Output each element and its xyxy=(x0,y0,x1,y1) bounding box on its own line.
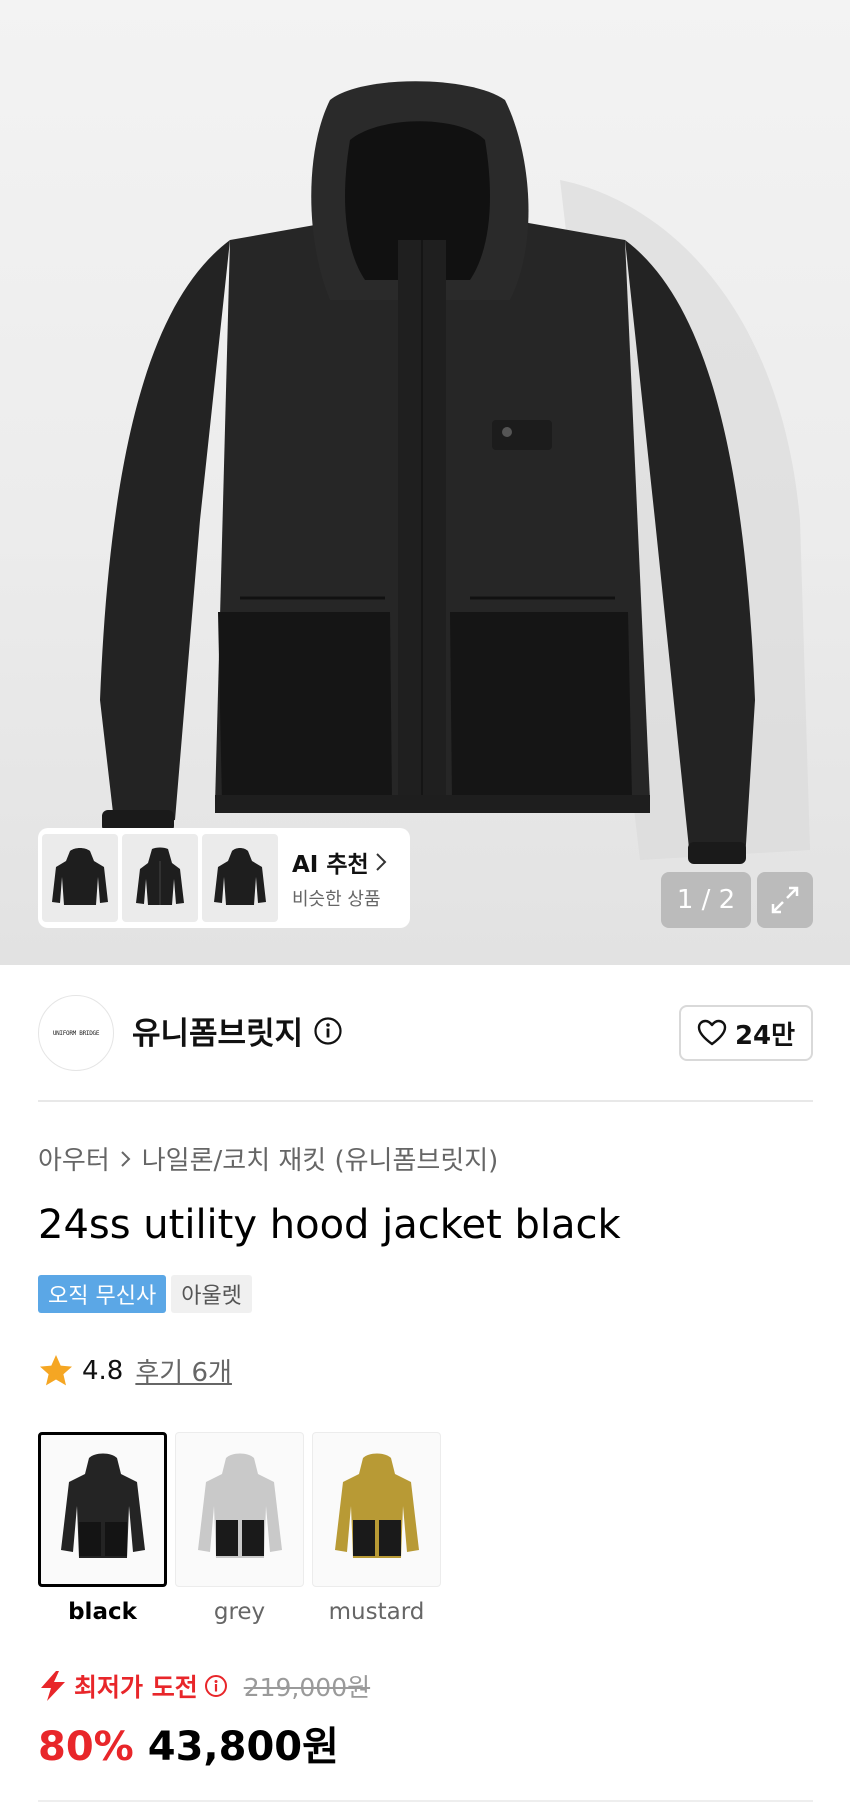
product-title: 24ss utility hood jacket black xyxy=(38,1202,621,1248)
brand-logo-text: UNIFORM BRIDGE xyxy=(52,1029,100,1037)
badge-list: 오직 무신사 아울렛 xyxy=(38,1275,252,1313)
lightning-icon xyxy=(41,1671,65,1701)
star-icon xyxy=(40,1354,72,1385)
ai-recommend-title: AI 추천 xyxy=(292,852,369,878)
thumbnail-back[interactable] xyxy=(202,834,278,922)
thumbnail-front-zipped[interactable] xyxy=(122,834,198,922)
ai-recommend-subtitle: 비슷한 상품 xyxy=(292,889,381,910)
color-options: black grey mustard xyxy=(38,1432,441,1625)
info-icon[interactable] xyxy=(313,1016,343,1046)
color-label: grey xyxy=(213,1599,266,1625)
brand-name: 유니폼브릿지 xyxy=(132,1016,304,1052)
divider xyxy=(38,1100,813,1102)
breadcrumb-category[interactable]: 아우터 xyxy=(38,1140,110,1177)
breadcrumb: 아우터 나일론/코치 재킷 (유니폼브릿지) xyxy=(38,1140,498,1177)
color-image-black xyxy=(38,1432,167,1587)
chevron-right-icon xyxy=(121,1150,131,1167)
breadcrumb-subcategory[interactable]: 나일론/코치 재킷 (유니폼브릿지) xyxy=(142,1140,499,1177)
brand-logo[interactable]: UNIFORM BRIDGE xyxy=(38,995,114,1071)
rating-score: 4.8 xyxy=(82,1355,124,1386)
expand-button[interactable] xyxy=(757,872,813,928)
exclusive-badge: 오직 무신사 xyxy=(38,1275,167,1313)
color-label: black xyxy=(68,1599,137,1625)
color-image-grey xyxy=(175,1432,304,1587)
image-counter: 1 / 2 xyxy=(661,872,751,928)
color-image-mustard xyxy=(312,1432,441,1587)
color-option-mustard[interactable]: mustard xyxy=(312,1432,441,1625)
lowest-price-label: 최저가 도전 xyxy=(74,1673,198,1702)
product-image-gallery[interactable]: AI 추천 비슷한 상품 1 / 2 xyxy=(0,0,850,965)
color-label: mustard xyxy=(328,1599,425,1625)
like-button[interactable]: 24만 xyxy=(679,1005,813,1061)
thumbnail-front[interactable] xyxy=(42,834,118,922)
ai-recommend-link[interactable]: AI 추천 비슷한 상품 xyxy=(292,845,387,911)
brand-link[interactable]: 유니폼브릿지 xyxy=(132,1008,343,1053)
chevron-right-icon xyxy=(375,853,387,871)
color-option-black[interactable]: black xyxy=(38,1432,167,1625)
color-option-grey[interactable]: grey xyxy=(175,1432,304,1625)
rating-row: 4.8 후기 6개 xyxy=(38,1352,232,1389)
divider xyxy=(38,1800,813,1802)
product-main-image xyxy=(100,81,810,864)
sale-price: 43,800원 xyxy=(147,1724,339,1770)
discount-rate: 80% xyxy=(38,1724,134,1770)
info-icon[interactable] xyxy=(204,1674,228,1698)
heart-icon xyxy=(697,1019,727,1046)
expand-icon xyxy=(771,886,799,914)
price-row: 80% 43,800원 xyxy=(38,1714,339,1772)
original-price: 219,000원 xyxy=(243,1673,371,1702)
review-count-link[interactable]: 후기 6개 xyxy=(135,1352,232,1389)
like-count: 24만 xyxy=(734,1020,796,1051)
outlet-badge: 아울렛 xyxy=(171,1275,252,1313)
lowest-price-row: 최저가 도전 219,000원 xyxy=(38,1668,370,1704)
thumbnail-strip: AI 추천 비슷한 상품 xyxy=(38,828,410,928)
